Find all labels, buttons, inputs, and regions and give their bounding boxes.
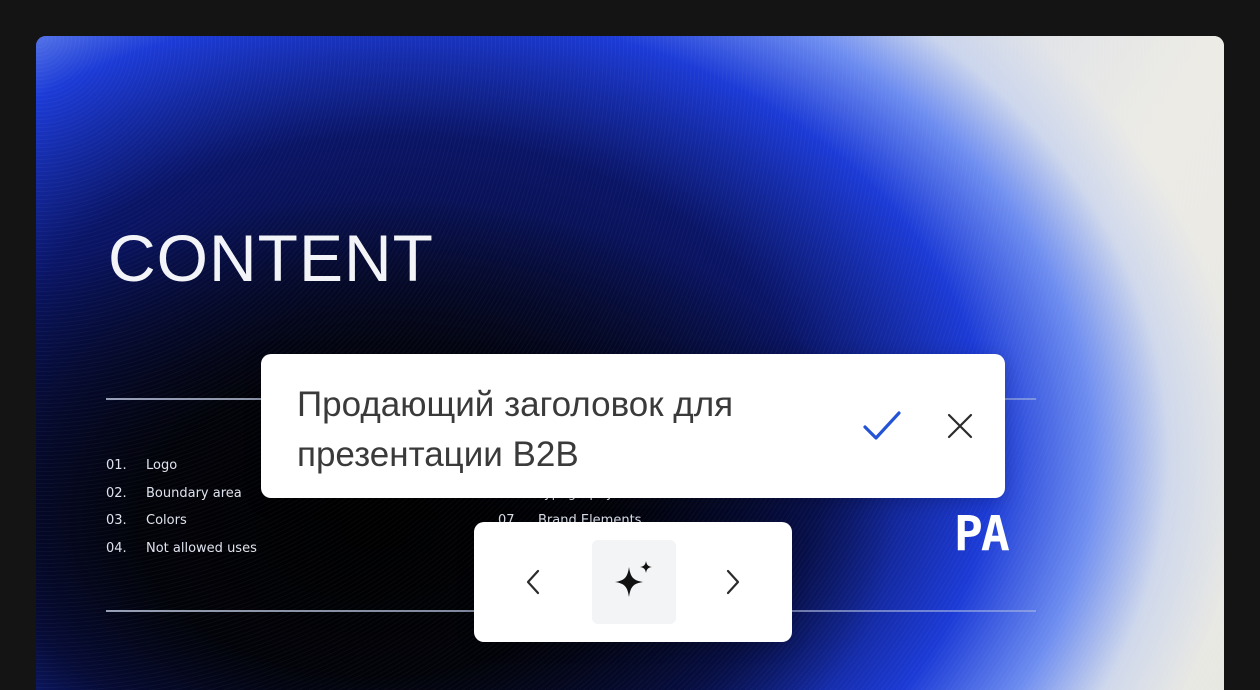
toc-item: 02. Boundary area (106, 486, 257, 514)
checkmark-icon (863, 411, 901, 440)
slide-title: CONTENT (108, 221, 434, 295)
chevron-right-icon (726, 569, 740, 595)
title-edit-popup: Продающий заголовок для презентации B2B (261, 354, 1005, 498)
toc-number: 03. (106, 513, 127, 528)
toc-number: 04. (106, 540, 127, 556)
toc-item: 03. Colors (106, 513, 257, 541)
toc-item: 01. Logo (106, 458, 257, 486)
confirm-button[interactable] (856, 400, 908, 452)
cancel-button[interactable] (934, 400, 986, 452)
toc-label: Colors (146, 513, 187, 528)
toc-item: 04. Not allowed uses (106, 541, 257, 569)
toc-label: Boundary area (146, 485, 242, 501)
toc-number: 01. (106, 458, 127, 473)
sparkle-icon (615, 561, 652, 597)
chevron-left-icon (526, 569, 540, 595)
regenerate-button[interactable] (592, 540, 676, 624)
toc-label: Not allowed uses (146, 540, 257, 556)
toc-number: 02. (106, 485, 127, 501)
variant-navigation-popup (474, 522, 792, 642)
brand-logo: PA (954, 506, 1010, 562)
generated-title-text[interactable]: Продающий заголовок для презентации B2B (297, 380, 817, 480)
toc-list-left: 01. Logo 02. Boundary area 03. Colors 04. No… (106, 458, 257, 568)
previous-variant-button[interactable] (508, 556, 560, 608)
next-variant-button[interactable] (706, 556, 758, 608)
toc-label: Logo (146, 458, 178, 473)
close-icon (947, 413, 973, 439)
